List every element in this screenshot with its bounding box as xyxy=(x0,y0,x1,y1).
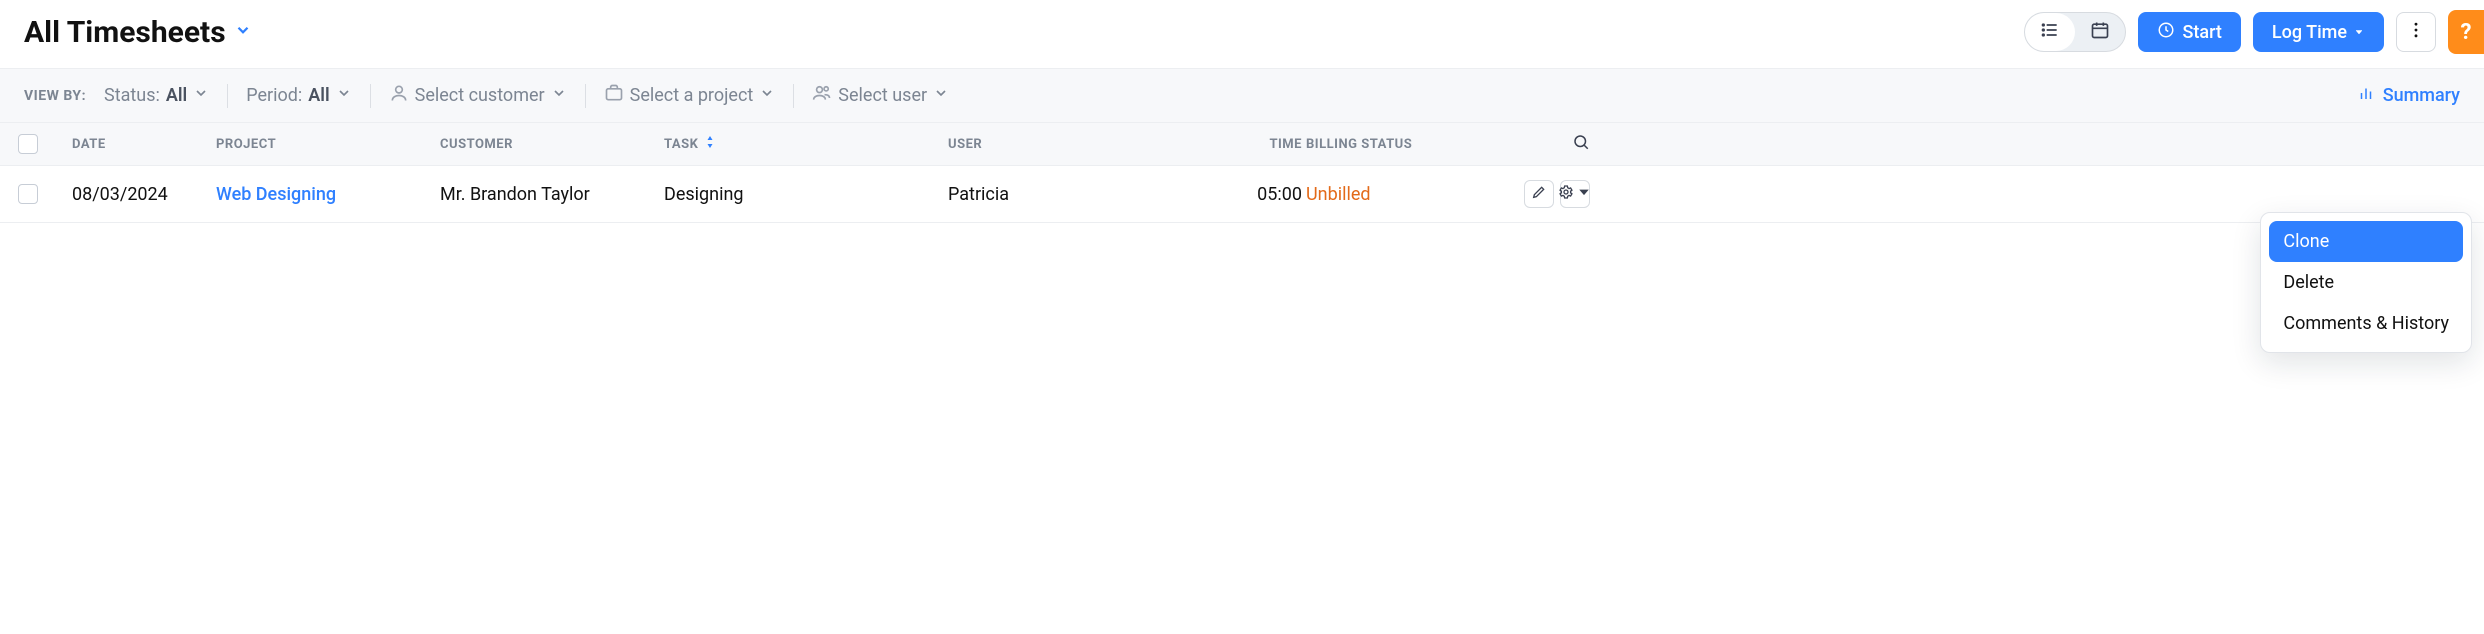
clock-icon xyxy=(2157,21,2175,44)
td-user: Patricia xyxy=(948,184,1208,205)
menu-item-delete[interactable]: Delete xyxy=(2269,262,2463,303)
caret-down-icon xyxy=(1576,184,1592,205)
project-filter[interactable]: Select a project xyxy=(604,83,776,108)
customer-filter-placeholder: Select customer xyxy=(415,85,545,106)
menu-item-clone[interactable]: Clone xyxy=(2269,221,2463,262)
chevron-down-icon xyxy=(234,21,252,43)
td-date: 08/03/2024 xyxy=(72,184,212,205)
help-button[interactable]: ? xyxy=(2448,10,2484,54)
page-title-dropdown[interactable]: All Timesheets xyxy=(24,15,252,50)
menu-item-comments-history[interactable]: Comments & History xyxy=(2269,303,2463,344)
project-filter-placeholder: Select a project xyxy=(630,85,754,106)
row-settings-button[interactable] xyxy=(1560,180,1590,208)
divider xyxy=(370,84,371,108)
user-icon xyxy=(389,83,409,108)
list-icon xyxy=(2040,20,2060,44)
sort-icon xyxy=(704,135,716,153)
chevron-down-icon xyxy=(193,85,209,106)
summary-link-label: Summary xyxy=(2383,85,2460,106)
caret-down-icon xyxy=(2353,22,2365,43)
question-mark-icon: ? xyxy=(2461,20,2472,45)
briefcase-icon xyxy=(604,83,624,108)
chevron-down-icon xyxy=(759,85,775,106)
th-time[interactable]: TIME xyxy=(1212,137,1302,152)
period-filter-label: Period: xyxy=(246,85,302,106)
divider xyxy=(585,84,586,108)
dots-vertical-icon xyxy=(2406,20,2426,44)
gear-icon xyxy=(1558,184,1574,205)
select-all-checkbox[interactable] xyxy=(18,134,38,154)
page-header: All Timesheets xyxy=(0,0,2484,68)
view-list-option[interactable] xyxy=(2025,13,2075,51)
user-filter[interactable]: Select user xyxy=(812,83,949,108)
chevron-down-icon xyxy=(336,85,352,106)
status-filter-label: Status: xyxy=(104,85,160,106)
user-filter-placeholder: Select user xyxy=(838,85,927,106)
th-task-label: TASK xyxy=(664,137,698,152)
table-header: DATE PROJECT CUSTOMER TASK USER TIME BIL… xyxy=(0,123,2484,166)
td-customer: Mr. Brandon Taylor xyxy=(440,184,660,205)
td-project-link[interactable]: Web Designing xyxy=(216,184,436,205)
chevron-down-icon xyxy=(551,85,567,106)
page-title: All Timesheets xyxy=(24,15,226,50)
td-task: Designing xyxy=(664,184,944,205)
log-time-button[interactable]: Log Time xyxy=(2253,12,2384,52)
td-time: 05:00 xyxy=(1212,184,1302,205)
users-icon xyxy=(812,83,832,108)
summary-link[interactable]: Summary xyxy=(2357,84,2460,107)
period-filter[interactable]: Period: All xyxy=(246,85,351,106)
chevron-down-icon xyxy=(933,85,949,106)
more-actions-button[interactable] xyxy=(2396,12,2436,52)
edit-row-button[interactable] xyxy=(1524,180,1554,208)
th-customer[interactable]: CUSTOMER xyxy=(440,137,660,152)
view-mode-toggle xyxy=(2024,12,2126,52)
th-billing-status[interactable]: BILLING STATUS xyxy=(1306,137,1526,152)
view-by-label: VIEW BY: xyxy=(24,88,86,104)
view-calendar-option[interactable] xyxy=(2075,13,2125,51)
status-filter[interactable]: Status: All xyxy=(104,85,209,106)
search-icon xyxy=(1572,133,1590,155)
customer-filter[interactable]: Select customer xyxy=(389,83,567,108)
calendar-icon xyxy=(2090,20,2110,44)
status-filter-value: All xyxy=(166,85,187,106)
row-context-menu: Clone Delete Comments & History xyxy=(2260,212,2472,353)
start-button[interactable]: Start xyxy=(2138,12,2241,52)
divider xyxy=(227,84,228,108)
log-time-button-label: Log Time xyxy=(2272,22,2347,43)
start-button-label: Start xyxy=(2183,22,2222,43)
row-checkbox[interactable] xyxy=(18,184,38,204)
th-date[interactable]: DATE xyxy=(72,137,212,152)
th-task[interactable]: TASK xyxy=(664,135,944,153)
td-billing-status: Unbilled xyxy=(1306,184,1526,205)
th-project[interactable]: PROJECT xyxy=(216,137,436,152)
th-user[interactable]: USER xyxy=(948,137,1208,152)
divider xyxy=(793,84,794,108)
filter-bar: VIEW BY: Status: All Period: All xyxy=(0,68,2484,123)
period-filter-value: All xyxy=(308,85,329,106)
table-search-button[interactable] xyxy=(1530,133,1590,155)
table-row: 08/03/2024 Web Designing Mr. Brandon Tay… xyxy=(0,166,2484,223)
pencil-icon xyxy=(1531,184,1547,205)
bar-chart-icon xyxy=(2357,84,2375,107)
